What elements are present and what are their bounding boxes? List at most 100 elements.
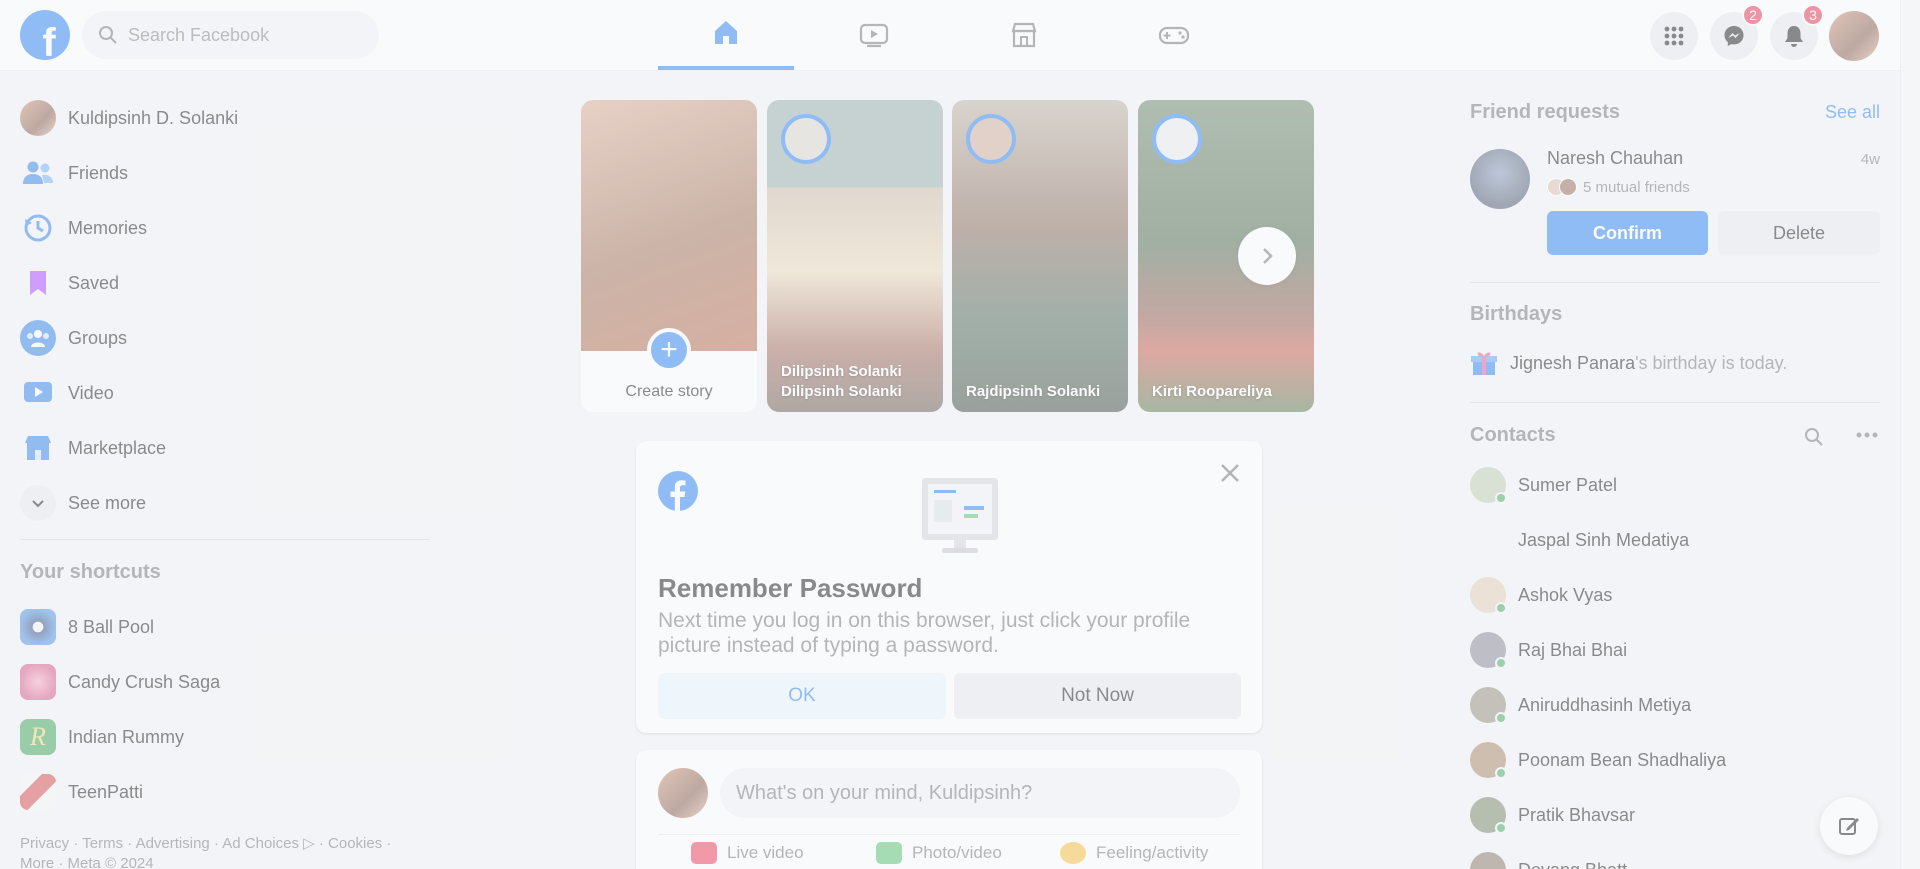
remember-password-title: Remember Password [658, 573, 923, 603]
feeling-activity-button[interactable]: Feeling/activity [1060, 842, 1208, 864]
avatar [1470, 742, 1507, 779]
online-indicator [1495, 657, 1507, 669]
composer-divider [658, 834, 1240, 835]
tab-gaming[interactable] [1106, 0, 1242, 70]
ok-button[interactable]: OK [658, 673, 946, 719]
photo-video-button[interactable]: Photo/video [876, 842, 1002, 864]
contact-item[interactable]: Sumer Patel [1470, 465, 1617, 505]
tab-home[interactable] [658, 0, 794, 70]
compose-icon [1839, 818, 1859, 835]
sidebar-item-profile[interactable]: Kuldipsinh D. Solanki [20, 96, 238, 140]
contact-item[interactable]: Pratik Bhavsar [1470, 795, 1635, 835]
tab-video[interactable] [806, 0, 942, 70]
avatar [20, 100, 56, 136]
contact-item[interactable]: Devang Bhatt [1470, 850, 1627, 869]
confirm-button[interactable]: Confirm [1547, 211, 1708, 255]
post-composer: What's on your mind, Kuldipsinh? Live vi… [636, 750, 1262, 869]
online-indicator [1495, 492, 1507, 504]
tab-marketplace[interactable] [956, 0, 1092, 70]
contact-item[interactable]: Ashok Vyas [1470, 575, 1612, 615]
gift-icon [1471, 352, 1497, 375]
sidebar-item-label: See more [68, 492, 147, 513]
messenger-button[interactable]: 2 [1710, 4, 1764, 60]
footer-line[interactable]: More · Meta © 2024 [20, 854, 420, 869]
close-button[interactable] [1216, 459, 1244, 487]
create-story-card[interactable]: + Create story [581, 100, 757, 412]
see-all-link[interactable]: See all [1825, 102, 1880, 123]
sidebar-item-label: Marketplace [68, 437, 167, 458]
memories-icon [20, 210, 56, 246]
story-author: Kirti Roopareliya [1152, 383, 1273, 400]
contact-item[interactable]: Aniruddhasinh Metiya [1470, 685, 1691, 725]
avatar [1470, 577, 1507, 614]
story-card[interactable]: Dilipsinh Solanki Dilipsinh Solanki [767, 100, 943, 412]
shortcut-label: TeenPatti [68, 781, 144, 802]
contacts-heading: Contacts [1470, 424, 1556, 446]
sidebar-item-saved[interactable]: Saved [20, 261, 119, 305]
online-indicator [1495, 767, 1507, 779]
avatar [1470, 852, 1506, 869]
stories-next-button[interactable] [1238, 227, 1296, 285]
footer-line[interactable]: Privacy · Terms · Advertising · Ad Choic… [20, 834, 420, 854]
birthday-notice[interactable]: Jignesh Panara's birthday is today. [1470, 349, 1787, 377]
chevron-down-icon [20, 485, 56, 521]
contact-item[interactable]: Raj Bhai Bhai [1470, 630, 1627, 670]
online-indicator [1495, 712, 1507, 724]
sidebar-item-friends[interactable]: Friends [20, 151, 128, 195]
menu-button[interactable] [1650, 12, 1698, 60]
sidebar-item-video[interactable]: Video [20, 371, 114, 415]
friends-icon [20, 155, 56, 191]
story-card[interactable]: Rajdipsinh Solanki [952, 100, 1128, 412]
shortcut-teenpatti[interactable]: TeenPatti [20, 770, 143, 814]
search-icon[interactable] [1804, 427, 1824, 447]
avatar [781, 114, 831, 164]
sidebar-item-see-more[interactable]: See more [20, 481, 146, 525]
search-box[interactable] [82, 11, 379, 59]
notifications-button[interactable]: 3 [1770, 4, 1824, 60]
sidebar-item-marketplace[interactable]: Marketplace [20, 426, 166, 470]
sidebar-item-groups[interactable]: Groups [20, 316, 127, 360]
more-options-icon[interactable] [1856, 431, 1878, 439]
new-message-button[interactable] [1820, 797, 1878, 855]
8-ball-pool-icon [20, 609, 56, 645]
avatar[interactable] [1470, 149, 1530, 209]
computer-illustration-icon [922, 478, 998, 553]
shortcut-candy-crush[interactable]: Candy Crush Saga [20, 660, 220, 704]
footer-links[interactable]: Privacy · Terms · Advertising · Ad Choic… [20, 834, 420, 869]
create-story-photo [581, 100, 757, 351]
requester-name[interactable]: Naresh Chauhan [1547, 148, 1683, 169]
avatar [1152, 114, 1202, 164]
shortcuts-heading: Your shortcuts [20, 561, 161, 583]
contact-item[interactable]: Poonam Bean Shadhaliya [1470, 740, 1726, 780]
friend-requests-heading: Friend requests [1470, 101, 1621, 123]
search-input[interactable] [128, 24, 358, 46]
avatar [1470, 467, 1507, 504]
notifications-badge: 3 [1802, 4, 1824, 26]
sidebar-item-label: Saved [68, 272, 120, 293]
sidebar-item-label: Video [68, 382, 114, 403]
sidebar-item-memories[interactable]: Memories [20, 206, 147, 250]
page-scrollbar[interactable] [1900, 0, 1920, 869]
sidebar-divider [20, 539, 430, 540]
chevron-right-icon [1263, 248, 1273, 264]
live-video-button[interactable]: Live video [691, 842, 804, 864]
create-story-label: Create story [625, 383, 713, 400]
whats-on-your-mind-input[interactable]: What's on your mind, Kuldipsinh? [720, 768, 1240, 818]
story-author: Dilipsinh Solanki Dilipsinh Solanki [781, 363, 902, 400]
account-avatar[interactable] [1829, 11, 1879, 61]
avatar[interactable] [658, 768, 708, 818]
mutual-friends[interactable]: 5 mutual friends [1547, 178, 1690, 196]
plus-icon[interactable]: + [647, 328, 691, 372]
top-navigation-bar: f 2 3 [0, 0, 1900, 71]
profile-name: Kuldipsinh D. Solanki [68, 107, 239, 128]
facebook-logo-icon[interactable]: f [20, 10, 70, 60]
messenger-icon [1724, 26, 1744, 46]
delete-button[interactable]: Delete [1718, 211, 1880, 255]
avatar [1470, 797, 1507, 834]
gaming-icon [1158, 26, 1190, 45]
marketplace-icon [20, 430, 56, 466]
shortcut-indian-rummy[interactable]: R Indian Rummy [20, 715, 184, 759]
shortcut-8-ball-pool[interactable]: 8 Ball Pool [20, 605, 154, 649]
contact-item[interactable]: Jaspal Sinh Medatiya [1470, 520, 1689, 560]
not-now-button[interactable]: Not Now [954, 673, 1241, 719]
